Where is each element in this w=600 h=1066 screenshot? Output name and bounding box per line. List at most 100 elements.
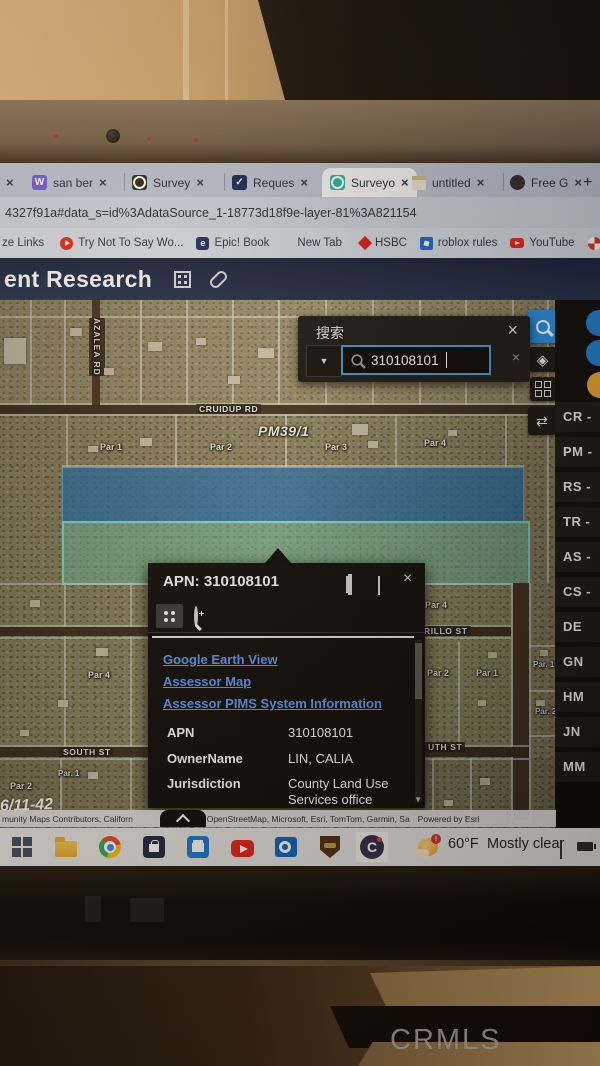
bookmark-youtube[interactable]: YouTube — [510, 237, 574, 249]
map-building — [368, 441, 378, 448]
tab-favicon-teal — [330, 175, 345, 190]
bookmark-ze-links[interactable]: ze Links — [2, 237, 44, 249]
layer-code-hm[interactable]: HM — [555, 682, 600, 712]
tab-request[interactable]: ✓ Reques × — [232, 168, 308, 197]
clear-search-icon[interactable]: × — [512, 349, 520, 365]
close-icon[interactable]: × — [196, 175, 204, 190]
bookmark-roblox[interactable]: roblox rules — [420, 237, 497, 250]
layer-code-label: MM — [563, 759, 586, 774]
start-button[interactable] — [10, 835, 34, 859]
qr-code-icon[interactable] — [174, 271, 191, 288]
parcel-line — [175, 415, 177, 467]
legend-button[interactable] — [530, 377, 556, 401]
tray-expand-button[interactable] — [560, 842, 562, 860]
link-icon[interactable] — [208, 268, 229, 289]
roblox-icon — [420, 237, 433, 250]
measure-icon: ⇄ — [536, 413, 548, 430]
measure-button[interactable]: ⇄ — [528, 407, 556, 435]
layer-code-mm[interactable]: MM — [555, 752, 600, 782]
scroll-down-icon[interactable]: ▼ — [414, 795, 422, 804]
chrome-button[interactable] — [98, 835, 122, 859]
dock-icon[interactable] — [348, 576, 352, 594]
layers-button[interactable]: ◈ — [529, 347, 556, 372]
file-explorer-button[interactable] — [54, 835, 78, 859]
close-icon[interactable]: × — [300, 175, 308, 190]
tab-surveyor-active[interactable]: Surveyo × — [322, 168, 417, 197]
layer-code-jn[interactable]: JN — [555, 717, 600, 747]
link-assessor-pims[interactable]: Assessor PIMS System Information — [163, 696, 382, 711]
weather-widget[interactable]: ! — [416, 835, 440, 859]
popup-actions-button[interactable] — [156, 604, 183, 628]
new-tab-button[interactable]: + — [583, 168, 592, 197]
field-label-owner: OwnerName — [167, 751, 243, 766]
ups-button[interactable] — [318, 835, 342, 859]
field-value-apn: 310108101 — [288, 725, 353, 740]
collapse-tab-button[interactable] — [160, 810, 206, 827]
apn-popup: APN: 310108101 × Google Earth View Asses… — [148, 563, 425, 808]
attribution-mid: ks, © OpenStreetMap, Microsoft, Esri, To… — [185, 814, 410, 824]
bookmark-epic[interactable]: eEpic! Book — [196, 237, 269, 250]
map-search-button[interactable] — [527, 310, 558, 343]
map-building — [104, 368, 114, 375]
youtube-button[interactable] — [230, 835, 254, 859]
layer-code-tr[interactable]: TR - — [555, 507, 600, 537]
store-blue-button[interactable] — [186, 835, 210, 859]
close-icon[interactable]: × — [99, 175, 107, 190]
zoom-to-icon — [194, 606, 198, 627]
photo-of-laptop: × W san ber × Survey × ✓ Reques × Survey… — [0, 0, 600, 1066]
layer-code-cs[interactable]: CS - — [555, 577, 600, 607]
road-label-rillo: RILLO ST — [421, 626, 471, 636]
close-icon[interactable]: × — [507, 320, 518, 341]
chevron-up-icon — [176, 813, 190, 827]
bookmark-540[interactable]: 540-548 S Sta — [588, 237, 600, 250]
close-icon[interactable]: × — [574, 175, 582, 190]
search-input[interactable]: 310108101 — [341, 345, 491, 375]
bookmark-label: Epic! Book — [214, 237, 269, 249]
tab-untitled[interactable]: untitled × — [412, 168, 484, 197]
layer-code-as[interactable]: AS - — [555, 542, 600, 572]
outlook-button[interactable] — [274, 835, 298, 859]
tab-free-g[interactable]: Free G × — [510, 168, 582, 197]
link-google-earth-view[interactable]: Google Earth View — [163, 652, 278, 667]
close-icon[interactable]: × — [401, 175, 409, 190]
parcel-line — [64, 583, 66, 748]
plus-icon: + — [583, 174, 592, 192]
close-icon[interactable]: × — [477, 175, 485, 190]
link-assessor-map[interactable]: Assessor Map — [163, 674, 251, 689]
tract-label: PM39/1 — [258, 423, 309, 439]
tab-san-ber[interactable]: W san ber × — [32, 168, 107, 197]
zoom-to-button[interactable] — [194, 608, 198, 626]
parcel-label: Par 1 — [476, 668, 498, 678]
play-icon — [60, 237, 73, 250]
popup-scrollbar-thumb[interactable] — [415, 643, 422, 699]
search-source-dropdown[interactable]: ▼ — [306, 345, 342, 377]
parcel-line — [66, 415, 68, 467]
layer-code-de[interactable]: DE — [555, 612, 600, 642]
parcel-label: Par 2 — [10, 781, 32, 791]
weather-temperature[interactable]: 60°F — [448, 836, 479, 852]
layer-code-label: HM — [563, 689, 584, 704]
weather-condition[interactable]: Mostly clear — [487, 836, 564, 852]
close-icon[interactable]: × — [6, 175, 14, 190]
address-bar[interactable]: 4327f91a#data_s=id%3AdataSource_1-18773d… — [0, 197, 600, 228]
battery-tray-icon[interactable] — [577, 842, 593, 851]
layer-code-gn[interactable]: GN — [555, 647, 600, 677]
tab-favicon-ring — [132, 175, 147, 190]
bookmark-try-not[interactable]: Try Not To Say Wo... — [60, 237, 183, 250]
parcel-line — [458, 642, 460, 748]
collapse-icon[interactable] — [378, 578, 380, 596]
c-app-button-active[interactable]: C — [356, 832, 388, 862]
store-dark-button[interactable] — [142, 835, 166, 859]
close-icon[interactable]: × — [403, 570, 412, 588]
parcel-line — [529, 583, 531, 820]
map-building — [488, 652, 497, 658]
map-building — [88, 772, 98, 779]
bookmark-new-tab[interactable]: New Tab — [297, 237, 342, 249]
tab-survey[interactable]: Survey × — [132, 168, 204, 197]
layer-code-rs[interactable]: RS - — [555, 472, 600, 502]
layer-code-cr[interactable]: CR - — [555, 402, 600, 432]
tab-close-cutoff[interactable]: × — [6, 168, 14, 197]
bookmark-hsbc[interactable]: HSBC — [360, 237, 407, 249]
field-label-apn: APN — [167, 725, 194, 740]
layer-code-pm[interactable]: PM - — [555, 437, 600, 467]
